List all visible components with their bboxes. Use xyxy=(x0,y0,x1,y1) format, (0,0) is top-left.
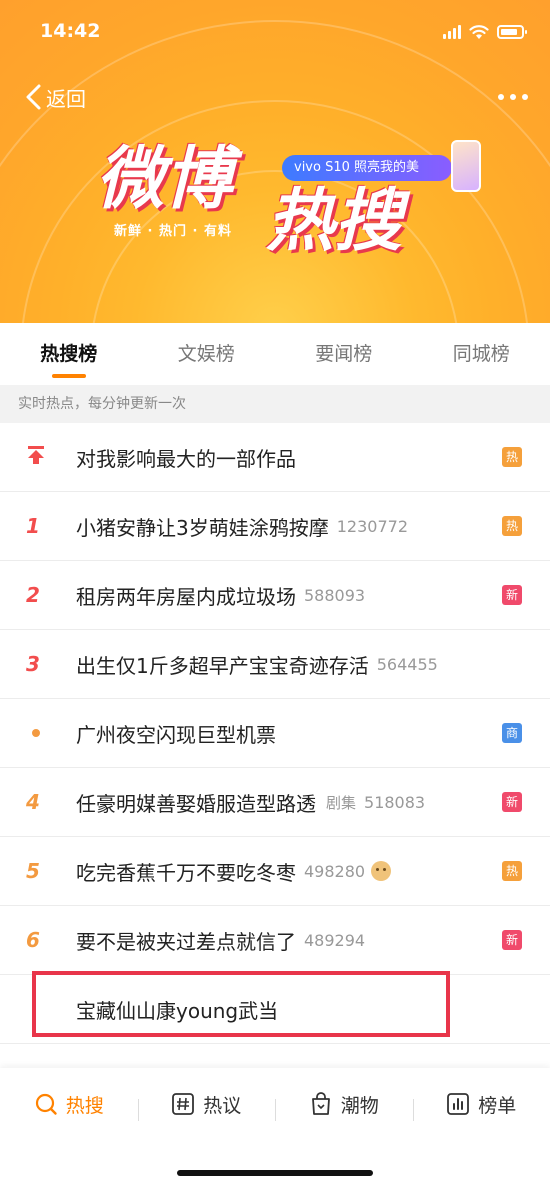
tab-entertainment[interactable]: 文娱榜 xyxy=(138,323,276,385)
list-item-count: 489294 xyxy=(304,930,366,950)
list-item-count: 498280 xyxy=(304,861,366,881)
pin-top-icon xyxy=(28,445,44,464)
nav-label: 热议 xyxy=(203,1094,242,1117)
nav-hot-search[interactable]: 热搜 xyxy=(0,1091,138,1118)
hot-badge: 热 xyxy=(502,516,522,536)
phone-image xyxy=(451,140,481,192)
home-indicator[interactable] xyxy=(177,1170,373,1176)
hot-search-list: 对我影响最大的一部作品 热 1 小猪安静让3岁萌娃涂鸦按摩 1230772 热 … xyxy=(0,423,550,1044)
list-item-category: 剧集 xyxy=(326,793,357,812)
logo-slogan: 新鲜 · 热门 · 有料 xyxy=(114,224,232,239)
list-item[interactable]: 6 要不是被夹过差点就信了 489294 新 xyxy=(0,906,550,975)
new-badge: 新 xyxy=(502,930,522,950)
tab-hot-search[interactable]: 热搜榜 xyxy=(0,323,138,385)
logo-text-resou: 热搜 xyxy=(266,182,403,261)
list-item-rank: 2 xyxy=(26,583,40,607)
nav-label: 榜单 xyxy=(478,1094,517,1117)
list-item-count: 564455 xyxy=(376,654,438,674)
bottom-nav: 热搜 热议 潮物 榜单 xyxy=(0,1068,550,1190)
ad-badge: 商 xyxy=(502,723,522,743)
ranking-tabs: 热搜榜 文娱榜 要闻榜 同城榜 xyxy=(0,323,550,385)
more-dot-icon xyxy=(510,94,516,100)
update-hint: 实时热点，每分钟更新一次 xyxy=(0,385,550,423)
list-item-rank xyxy=(0,445,76,470)
list-item-count: 588093 xyxy=(304,585,366,605)
chevron-left-icon xyxy=(26,84,41,110)
tab-news[interactable]: 要闻榜 xyxy=(275,323,413,385)
back-button[interactable]: 返回 xyxy=(24,82,86,112)
doge-emoji-icon xyxy=(371,861,392,881)
hashtag-icon xyxy=(172,1093,195,1115)
list-item-title: 宝藏仙山康young武当 xyxy=(76,998,279,1023)
chart-icon xyxy=(447,1093,470,1115)
list-item-rank xyxy=(0,729,76,737)
nav-trends[interactable]: 潮物 xyxy=(275,1091,413,1121)
battery-icon xyxy=(497,25,527,39)
more-dot-icon xyxy=(522,94,528,100)
hot-badge: 热 xyxy=(502,861,522,881)
logo-text-weibo: 微博 xyxy=(96,140,233,219)
list-item[interactable]: 4 任豪明媒善娶婚服造型路透 剧集 518083 新 xyxy=(0,768,550,837)
list-item[interactable]: 1 小猪安静让3岁萌娃涂鸦按摩 1230772 热 xyxy=(0,492,550,561)
list-item-count: 518083 xyxy=(364,792,426,812)
list-item-count: 1230772 xyxy=(336,516,408,536)
signal-icon xyxy=(443,25,461,39)
tab-local[interactable]: 同城榜 xyxy=(413,323,550,385)
back-label: 返回 xyxy=(46,86,86,111)
list-item[interactable]: 3 出生仅1斤多超早产宝宝奇迹存活 564455 xyxy=(0,630,550,699)
list-item-title: 任豪明媒善娶婚服造型路透 xyxy=(76,791,316,816)
list-item-rank: 3 xyxy=(26,652,40,676)
list-item-title: 对我影响最大的一部作品 xyxy=(76,446,296,471)
ad-banner[interactable]: vivo S10 照亮我的美 xyxy=(282,155,452,181)
list-item-title: 广州夜空闪现巨型机票 xyxy=(76,722,276,747)
list-item-title: 吃完香蕉千万不要吃冬枣 xyxy=(76,860,296,885)
new-badge: 新 xyxy=(502,585,522,605)
list-item-rank: 5 xyxy=(26,859,40,883)
list-item-rank: 6 xyxy=(26,928,40,952)
list-item[interactable]: 宝藏仙山康young武当 xyxy=(0,975,550,1044)
nav-label: 热搜 xyxy=(65,1094,104,1117)
more-button[interactable] xyxy=(498,94,528,100)
more-dot-icon xyxy=(498,94,504,100)
status-time: 14:42 xyxy=(40,20,101,42)
nav-label: 潮物 xyxy=(340,1094,379,1117)
nav-discussion[interactable]: 热议 xyxy=(137,1091,276,1121)
bag-icon xyxy=(311,1092,330,1115)
header-banner: 14:42 返回 微博 热搜 新鲜 · 热门 · 有料 vivo S10 照亮我… xyxy=(0,0,550,323)
list-item-rank: 1 xyxy=(26,514,40,538)
dot-icon xyxy=(32,729,40,737)
status-icons xyxy=(443,22,527,42)
hot-badge: 热 xyxy=(502,447,522,467)
new-badge: 新 xyxy=(502,792,522,812)
wifi-icon xyxy=(469,25,489,39)
list-item-rank: 4 xyxy=(26,790,40,814)
list-item[interactable]: 2 租房两年房屋内成垃圾场 588093 新 xyxy=(0,561,550,630)
nav-ranking[interactable]: 榜单 xyxy=(412,1091,550,1121)
list-item-title: 租房两年房屋内成垃圾场 xyxy=(76,584,296,609)
list-item[interactable]: 5 吃完香蕉千万不要吃冬枣 498280 热 xyxy=(0,837,550,906)
list-item-title: 出生仅1斤多超早产宝宝奇迹存活 xyxy=(76,653,369,678)
list-item-title: 小猪安静让3岁萌娃涂鸦按摩 xyxy=(76,515,329,540)
list-item-title: 要不是被夹过差点就信了 xyxy=(76,929,296,954)
search-icon xyxy=(35,1093,57,1115)
list-item[interactable]: 广州夜空闪现巨型机票 商 xyxy=(0,699,550,768)
list-item[interactable]: 对我影响最大的一部作品 热 xyxy=(0,423,550,492)
